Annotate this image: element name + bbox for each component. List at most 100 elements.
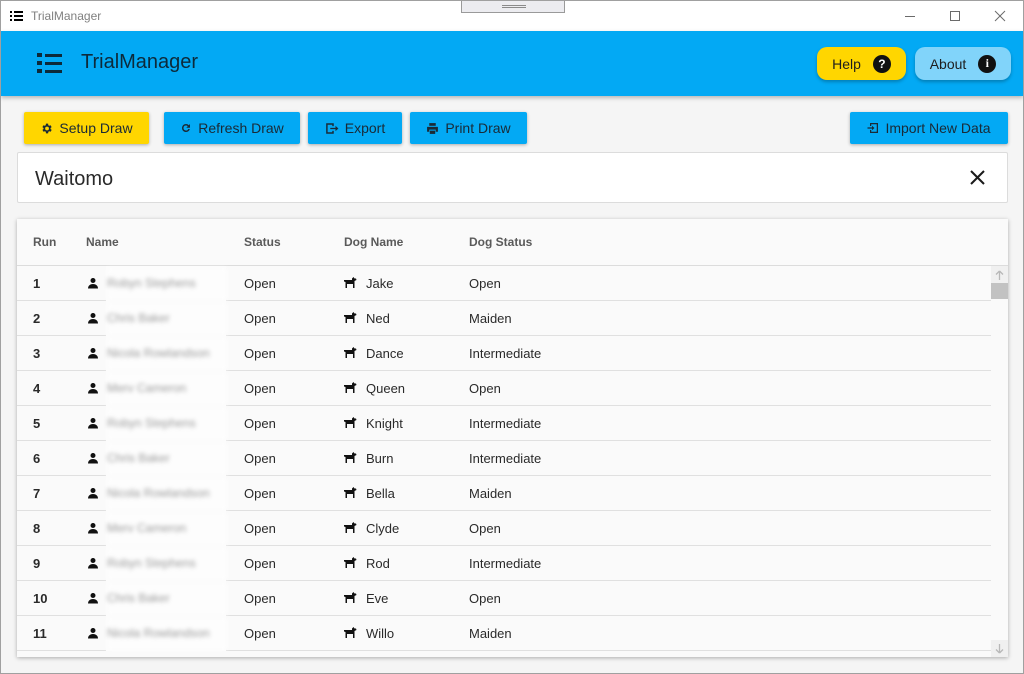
- dog-name: Bella: [366, 486, 395, 501]
- table-header: Run Name Status Dog Name Dog Status: [17, 219, 1008, 266]
- entry-status: Open: [244, 486, 276, 501]
- table-row[interactable]: 11 Nicola Rowlandson Open Willo Maiden: [17, 616, 992, 651]
- about-button[interactable]: About i: [915, 47, 1011, 80]
- window-title: TrialManager: [31, 9, 102, 23]
- import-icon: [867, 123, 879, 133]
- entry-status: Open: [244, 521, 276, 536]
- person-icon: [87, 487, 99, 502]
- dog-name: Dance: [366, 346, 404, 361]
- app-window: TrialManager TrialManager Help ? About i: [0, 0, 1024, 674]
- dog-status: Open: [469, 521, 501, 536]
- dog-status: Maiden: [469, 486, 512, 501]
- table-row[interactable]: 9 Robyn Stephens Open Rod Intermediate: [17, 546, 992, 581]
- setup-draw-button[interactable]: Setup Draw: [24, 112, 149, 144]
- table-row[interactable]: 8 Merv Cameron Open Clyde Open: [17, 511, 992, 546]
- table-row[interactable]: 5 Robyn Stephens Open Knight Intermediat…: [17, 406, 992, 441]
- person-icon: [87, 312, 99, 327]
- dog-name: Ned: [366, 311, 390, 326]
- run-number: 6: [33, 451, 41, 466]
- menu-button[interactable]: [37, 52, 63, 74]
- table-row[interactable]: 1 Robyn Stephens Open Jake Open: [17, 266, 992, 301]
- import-new-data-label: Import New Data: [885, 120, 991, 136]
- column-header-dog-status[interactable]: Dog Status: [469, 235, 532, 249]
- table-row[interactable]: 2 Chris Baker Open Ned Maiden: [17, 301, 992, 336]
- dog-name: Burn: [366, 451, 394, 466]
- question-icon: ?: [872, 54, 891, 73]
- app-title: TrialManager: [81, 51, 199, 73]
- run-number: 8: [33, 521, 41, 536]
- scrollbar-thumb[interactable]: [991, 283, 1008, 299]
- close-icon: [994, 10, 1006, 22]
- entry-status: Open: [244, 416, 276, 431]
- run-number: 7: [33, 486, 41, 501]
- help-label: Help: [832, 55, 861, 72]
- dog-icon: [343, 627, 357, 642]
- draw-table: Run Name Status Dog Name Dog Status 1 Ro…: [17, 219, 1008, 657]
- scroll-down-button[interactable]: [991, 640, 1008, 657]
- person-icon: [87, 592, 99, 607]
- app-list-icon: [10, 10, 23, 22]
- dog-icon: [343, 312, 357, 327]
- table-row[interactable]: 3 Nicola Rowlandson Open Dance Intermedi…: [17, 336, 992, 371]
- dog-icon: [343, 557, 357, 572]
- dog-status: Open: [469, 591, 501, 606]
- close-icon: [970, 170, 985, 185]
- help-button[interactable]: Help ?: [817, 47, 906, 80]
- run-number: 4: [33, 381, 41, 396]
- column-header-status[interactable]: Status: [244, 235, 281, 249]
- arrow-up-icon: [995, 270, 1004, 280]
- person-icon: [87, 417, 99, 432]
- maximize-button[interactable]: [932, 1, 978, 31]
- close-venue-button[interactable]: [967, 167, 989, 189]
- export-button[interactable]: Export: [308, 112, 402, 144]
- dog-icon: [343, 277, 357, 292]
- minimize-button[interactable]: [887, 1, 933, 31]
- table-row[interactable]: 10 Chris Baker Open Eve Open: [17, 581, 992, 616]
- run-number: 1: [33, 276, 41, 291]
- scrollbar-track[interactable]: [991, 299, 1008, 640]
- table-body: 1 Robyn Stephens Open Jake Open 2 Chris …: [17, 266, 992, 651]
- person-icon: [87, 627, 99, 642]
- refresh-draw-button[interactable]: Refresh Draw: [164, 112, 300, 144]
- close-window-button[interactable]: [977, 1, 1023, 31]
- dog-icon: [343, 522, 357, 537]
- dog-status: Open: [469, 381, 501, 396]
- print-draw-label: Print Draw: [445, 120, 511, 136]
- person-icon: [87, 382, 99, 397]
- person-icon: [87, 522, 99, 537]
- table-row[interactable]: 6 Chris Baker Open Burn Intermediate: [17, 441, 992, 476]
- import-new-data-button[interactable]: Import New Data: [850, 112, 1008, 144]
- dog-name: Knight: [366, 416, 403, 431]
- print-draw-button[interactable]: Print Draw: [410, 112, 527, 144]
- handler-name: Nicola Rowlandson: [107, 478, 227, 510]
- dog-icon: [343, 347, 357, 362]
- dog-status: Maiden: [469, 311, 512, 326]
- about-label: About: [929, 55, 967, 72]
- drag-handle[interactable]: [461, 1, 565, 13]
- run-number: 3: [33, 346, 41, 361]
- person-icon: [87, 347, 99, 362]
- dog-icon: [343, 417, 357, 432]
- column-header-run[interactable]: Run: [33, 235, 56, 249]
- dog-status: Intermediate: [469, 451, 542, 466]
- table-row[interactable]: 4 Merv Cameron Open Queen Open: [17, 371, 992, 406]
- column-header-name[interactable]: Name: [86, 235, 119, 249]
- handler-name: Chris Baker: [107, 443, 227, 475]
- entry-status: Open: [244, 276, 276, 291]
- maximize-icon: [950, 11, 960, 21]
- dog-status: Intermediate: [469, 346, 542, 361]
- dog-name: Queen: [366, 381, 406, 396]
- venue-name: Waitomo: [35, 168, 114, 190]
- run-number: 11: [33, 626, 47, 641]
- minimize-icon: [905, 16, 915, 17]
- dog-status: Maiden: [469, 626, 512, 641]
- dog-name: Willo: [366, 626, 395, 641]
- table-row[interactable]: 7 Nicola Rowlandson Open Bella Maiden: [17, 476, 992, 511]
- dog-status: Intermediate: [469, 416, 542, 431]
- entry-status: Open: [244, 626, 276, 641]
- person-icon: [87, 557, 99, 572]
- scroll-up-button[interactable]: [991, 266, 1008, 283]
- refresh-draw-label: Refresh Draw: [198, 120, 284, 136]
- column-header-dog-name[interactable]: Dog Name: [344, 235, 403, 249]
- dog-icon: [343, 382, 357, 397]
